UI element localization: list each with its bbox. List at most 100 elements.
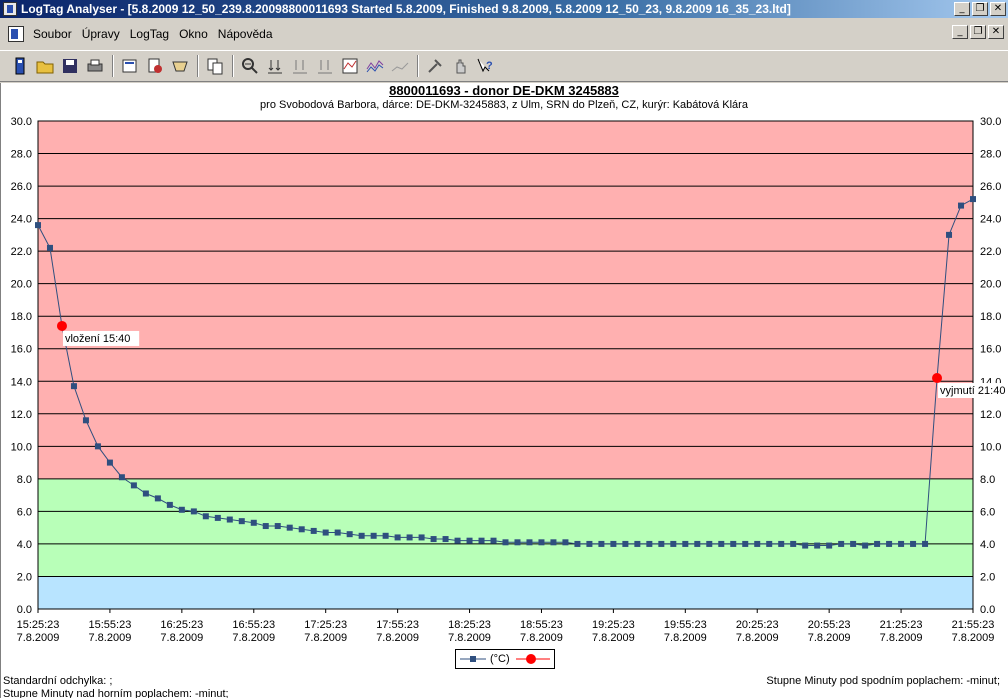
upper-alarm-text: Stupne Minuty nad horním poplachem: -min… (3, 688, 229, 698)
properties-icon[interactable] (118, 54, 142, 78)
data-point (826, 542, 833, 549)
close-button[interactable]: ✕ (990, 2, 1006, 16)
data-point (898, 540, 905, 547)
title-bar: LogTag Analyser - [5.8.2009 12_50_239.8.… (0, 0, 1008, 18)
y-tick-label-left: 16.0 (11, 344, 32, 356)
std-deviation-text: Standardní odchylka: ; (3, 675, 113, 687)
toolbar-separator (232, 55, 234, 77)
mdi-close-button[interactable]: ✕ (988, 25, 1004, 39)
x-tick-label-date: 7.8.2009 (520, 632, 563, 644)
data-point (286, 524, 293, 531)
menu-upravy[interactable]: Úpravy (77, 27, 125, 41)
data-point (406, 534, 413, 541)
y-tick-label-right: 2.0 (980, 571, 995, 583)
data-point (646, 540, 653, 547)
read-icon[interactable] (168, 54, 192, 78)
download-icon[interactable] (143, 54, 167, 78)
zoom-fit-icon[interactable] (288, 54, 312, 78)
toolbar-separator (417, 55, 419, 77)
data-point (970, 196, 976, 203)
data-point (334, 529, 341, 536)
y-tick-label-right: 0.0 (980, 604, 995, 616)
event-label: vyjmutí 21:40 (940, 385, 1005, 397)
zoom-y-icon[interactable] (263, 54, 287, 78)
data-point (190, 508, 197, 515)
data-point (526, 539, 533, 546)
data-point (946, 231, 953, 238)
zoom-out-icon[interactable] (238, 54, 262, 78)
data-point (466, 537, 473, 544)
y-tick-label-right: 12.0 (980, 409, 1001, 421)
x-tick-label-date: 7.8.2009 (448, 632, 491, 644)
menu-okno[interactable]: Okno (174, 27, 213, 41)
y-tick-label-left: 28.0 (11, 149, 32, 161)
y-tick-label-right: 16.0 (980, 344, 1001, 356)
data-point (886, 540, 893, 547)
data-point (634, 540, 641, 547)
menu-soubor[interactable]: Soubor (28, 27, 77, 41)
y-tick-label-right: 6.0 (980, 506, 995, 518)
minimize-button[interactable]: _ (954, 2, 970, 16)
data-point (46, 244, 53, 251)
menu-bar: Soubor Úpravy LogTag Okno Nápověda _ ❐ ✕ (0, 22, 1008, 46)
data-point (742, 540, 749, 547)
save-icon[interactable] (58, 54, 82, 78)
y-tick-label-right: 10.0 (980, 441, 1001, 453)
x-tick-label-date: 7.8.2009 (232, 632, 275, 644)
document-icon[interactable] (8, 26, 24, 42)
data-point (538, 539, 545, 546)
data-point (850, 540, 857, 547)
data-point (766, 540, 773, 547)
data-point (118, 474, 125, 481)
data-point (394, 534, 401, 541)
chart-legend: (°C) (455, 649, 555, 669)
open-folder-icon[interactable] (33, 54, 57, 78)
svg-text:?: ? (486, 60, 493, 72)
zoom-reset-icon[interactable] (313, 54, 337, 78)
new-logtag-icon[interactable] (8, 54, 32, 78)
copy-icon[interactable] (203, 54, 227, 78)
event-label: vložení 15:40 (65, 333, 130, 345)
y-tick-label-left: 8.0 (17, 474, 32, 486)
x-tick-label-date: 7.8.2009 (880, 632, 923, 644)
hand-icon[interactable] (448, 54, 472, 78)
toolbar-separator (197, 55, 199, 77)
y-tick-label-right: 26.0 (980, 181, 1001, 193)
data-point (802, 542, 809, 549)
data-point (298, 526, 305, 533)
x-tick-label-time: 20:25:23 (736, 619, 779, 631)
chart-mode-icon[interactable] (388, 54, 412, 78)
menu-napoveda[interactable]: Nápověda (213, 27, 278, 41)
menu-logtag[interactable]: LogTag (125, 27, 174, 41)
y-tick-label-left: 18.0 (11, 311, 32, 323)
chart-window: 8800011693 - donor DE-DKM 3245883 pro Sv… (0, 83, 1008, 698)
data-point (214, 514, 221, 521)
data-point (274, 523, 281, 530)
overlay-icon[interactable] (363, 54, 387, 78)
legend-series-marker (470, 656, 476, 662)
mdi-minimize-button[interactable]: _ (952, 25, 968, 39)
x-tick-label-time: 18:55:23 (520, 619, 563, 631)
chart-band (38, 478, 973, 577)
data-point (166, 501, 173, 508)
help-icon[interactable]: ? (473, 54, 497, 78)
data-point (922, 540, 929, 547)
data-point (370, 532, 377, 539)
data-point (94, 443, 101, 450)
y-tick-label-right: 22.0 (980, 246, 1001, 258)
data-point (82, 417, 89, 424)
x-tick-label-date: 7.8.2009 (808, 632, 851, 644)
threshold-icon[interactable] (338, 54, 362, 78)
mdi-restore-button[interactable]: ❐ (970, 25, 986, 39)
data-point (238, 518, 245, 525)
y-tick-label-right: 4.0 (980, 539, 995, 551)
data-point (250, 519, 257, 526)
print-icon[interactable] (83, 54, 107, 78)
restore-button[interactable]: ❐ (972, 2, 988, 16)
data-point (310, 527, 317, 534)
data-point (178, 506, 185, 513)
data-point (958, 202, 965, 209)
data-point (382, 532, 389, 539)
tools-icon[interactable] (423, 54, 447, 78)
x-tick-label-date: 7.8.2009 (952, 632, 995, 644)
